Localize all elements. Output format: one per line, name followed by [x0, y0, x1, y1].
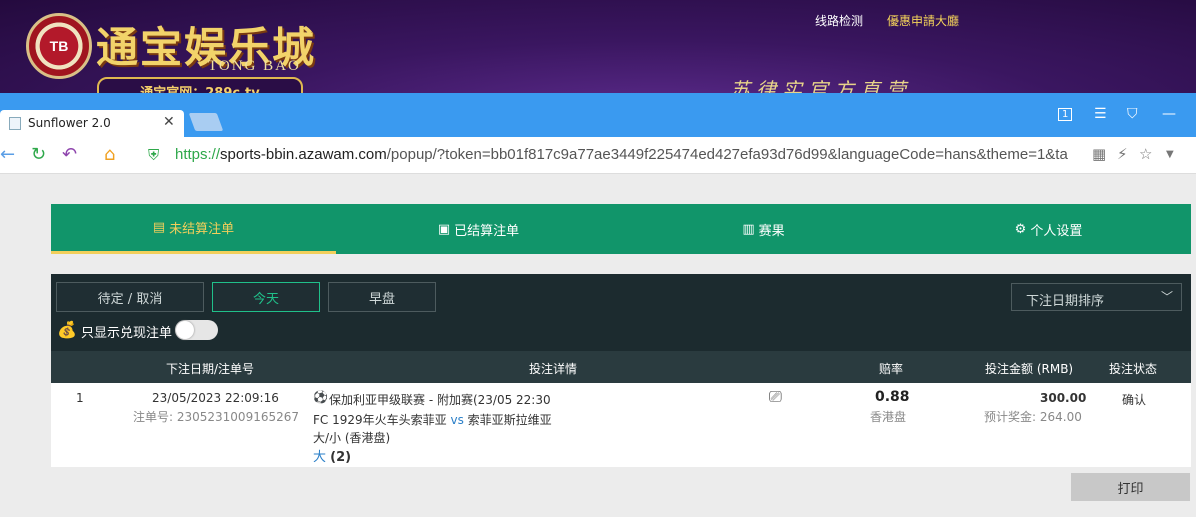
reload-icon[interactable]: ↻: [31, 144, 46, 165]
casino-banner: TB 通宝娱乐城 TONG BAO 通宝官网：289c.tv 线路检测 優惠申請…: [0, 0, 1196, 93]
qr-code-icon[interactable]: ▦: [1092, 145, 1106, 163]
filter-pending-button[interactable]: 待定 / 取消: [56, 282, 204, 312]
print-button[interactable]: 打印: [1071, 473, 1190, 501]
row-index: 1: [76, 391, 84, 405]
logo-chip-icon: TB: [26, 13, 92, 79]
minimize-icon[interactable]: —: [1162, 106, 1176, 122]
toggle-knob: [176, 321, 194, 339]
home-team: FC 1929年火车头索菲亚: [313, 413, 447, 427]
match-teams: FC 1929年火车头索菲亚 vs 索菲亚斯拉维亚: [313, 411, 552, 428]
tab-unsettled[interactable]: ▤ 未结算注单: [51, 204, 336, 254]
tab-settled-label: 已结算注单: [454, 223, 520, 239]
url-host: sports-bbin.azawam.com: [220, 146, 387, 163]
browser-tab-bar: Sunflower 2.0 ✕ 1 ☰ ⛉ —: [0, 93, 1196, 137]
sort-select-label: 下注日期排序: [1026, 294, 1105, 309]
chevron-down-icon[interactable]: ▼: [1166, 149, 1174, 160]
url-field[interactable]: https://sports-bbin.azawam.com/popup/?to…: [175, 146, 1068, 163]
handicap-line: (2): [330, 450, 352, 465]
vs-label: vs: [450, 413, 464, 427]
league-name: 保加利亚甲级联赛 - 附加赛(23/05 22:30: [329, 393, 551, 407]
close-tab-icon[interactable]: ✕: [163, 114, 175, 130]
selection: 大 (2): [313, 446, 351, 465]
header-odds: 赔率: [879, 362, 904, 376]
tab-settings-label: 个人设置: [1030, 223, 1083, 239]
slogan: 苏律实官方直营: [730, 78, 912, 93]
browser-tab[interactable]: Sunflower 2.0 ✕: [0, 110, 184, 137]
promo-link[interactable]: 優惠申請大廳: [887, 12, 959, 29]
new-tab-button[interactable]: [188, 113, 224, 131]
page-favicon-icon: [9, 117, 21, 130]
clipboard-icon: ▣: [437, 221, 451, 237]
tab-results[interactable]: ▥ 赛果: [621, 204, 906, 254]
header-details: 投注详情: [529, 362, 578, 376]
url-scheme: https://: [175, 146, 221, 163]
bets-panel: 待定 / 取消 今天 早盘 下注日期排序 ﹀ 💰 只显示兑现注单 下注日期/注单…: [51, 274, 1191, 467]
cashout-only-label: 只显示兑现注单: [81, 326, 173, 341]
back-icon[interactable]: ←: [0, 144, 15, 165]
logo-subtitle: TONG BAO: [208, 58, 301, 74]
url-path: /popup/?token=bb01f817c9a77ae3449f225474…: [386, 146, 1068, 163]
tab-settings[interactable]: ⚙ 个人设置: [906, 204, 1191, 254]
header-date-id: 下注日期/注单号: [166, 362, 255, 376]
header-amount: 投注金额 (RMB): [985, 362, 1074, 376]
live-stream-icon[interactable]: ⎚: [769, 387, 782, 407]
tab-settled[interactable]: ▣ 已结算注单: [336, 204, 621, 254]
scoreboard-icon: ▥: [742, 221, 755, 237]
odds-value: 0.88: [875, 389, 910, 405]
logo-badge: TB: [49, 38, 69, 54]
bet-status: 确认: [1122, 393, 1147, 407]
tab-results-label: 赛果: [758, 223, 785, 239]
line-check-link[interactable]: 线路检测: [815, 12, 863, 29]
star-icon[interactable]: ☆: [1139, 145, 1152, 163]
bet-id: 注单号: 2305231009165267: [133, 410, 300, 424]
pick: 大: [313, 450, 327, 465]
flash-icon[interactable]: ⚡: [1117, 145, 1128, 163]
table-header: 下注日期/注单号 投注详情 赔率 投注金额 (RMB) 投注状态: [51, 351, 1191, 383]
skin-icon[interactable]: ⛉: [1127, 106, 1138, 122]
header-status: 投注状态: [1109, 362, 1158, 376]
home-icon[interactable]: ⌂: [104, 144, 115, 165]
site-url-badge: 通宝官网：289c.tv: [97, 77, 303, 93]
gear-icon: ⚙: [1014, 221, 1027, 237]
filter-today-button[interactable]: 今天: [212, 282, 320, 312]
estimated-payout: 预计奖金: 264.00: [984, 410, 1082, 424]
market-type: 大/小 (香港盘): [313, 431, 391, 445]
address-bar: ← ↻ ↶ ⌂ ⛨ https://sports-bbin.azawam.com…: [0, 137, 1196, 174]
away-team: 索菲亚斯拉维亚: [467, 413, 552, 427]
tab-count-icon[interactable]: 1: [1058, 108, 1073, 121]
chevron-down-icon: ﹀: [1160, 290, 1173, 304]
menu-icon[interactable]: ☰: [1094, 106, 1107, 122]
cashout-only-toggle[interactable]: [175, 320, 218, 340]
secure-shield-icon: ⛨: [148, 146, 160, 164]
money-bag-icon: 💰: [57, 320, 77, 339]
stake-amount: 300.00: [1040, 391, 1087, 405]
table-row: 1 23/05/2023 22:09:16 注单号: 2305231009165…: [51, 383, 1191, 467]
tab-title: Sunflower 2.0: [28, 116, 111, 130]
bet-datetime: 23/05/2023 22:09:16: [152, 391, 279, 405]
list-icon: ▤: [152, 220, 166, 235]
filter-early-button[interactable]: 早盘: [328, 282, 436, 312]
soccer-ball-icon: ⚽: [313, 390, 328, 404]
odds-type: 香港盘: [870, 410, 907, 424]
bet-menu-bar: ▤ 未结算注单 ▣ 已结算注单 ▥ 赛果 ⚙ 个人设置: [51, 204, 1191, 254]
tab-unsettled-label: 未结算注单: [169, 222, 235, 237]
sort-select[interactable]: 下注日期排序 ﹀: [1011, 283, 1182, 311]
undo-icon[interactable]: ↶: [62, 144, 77, 165]
